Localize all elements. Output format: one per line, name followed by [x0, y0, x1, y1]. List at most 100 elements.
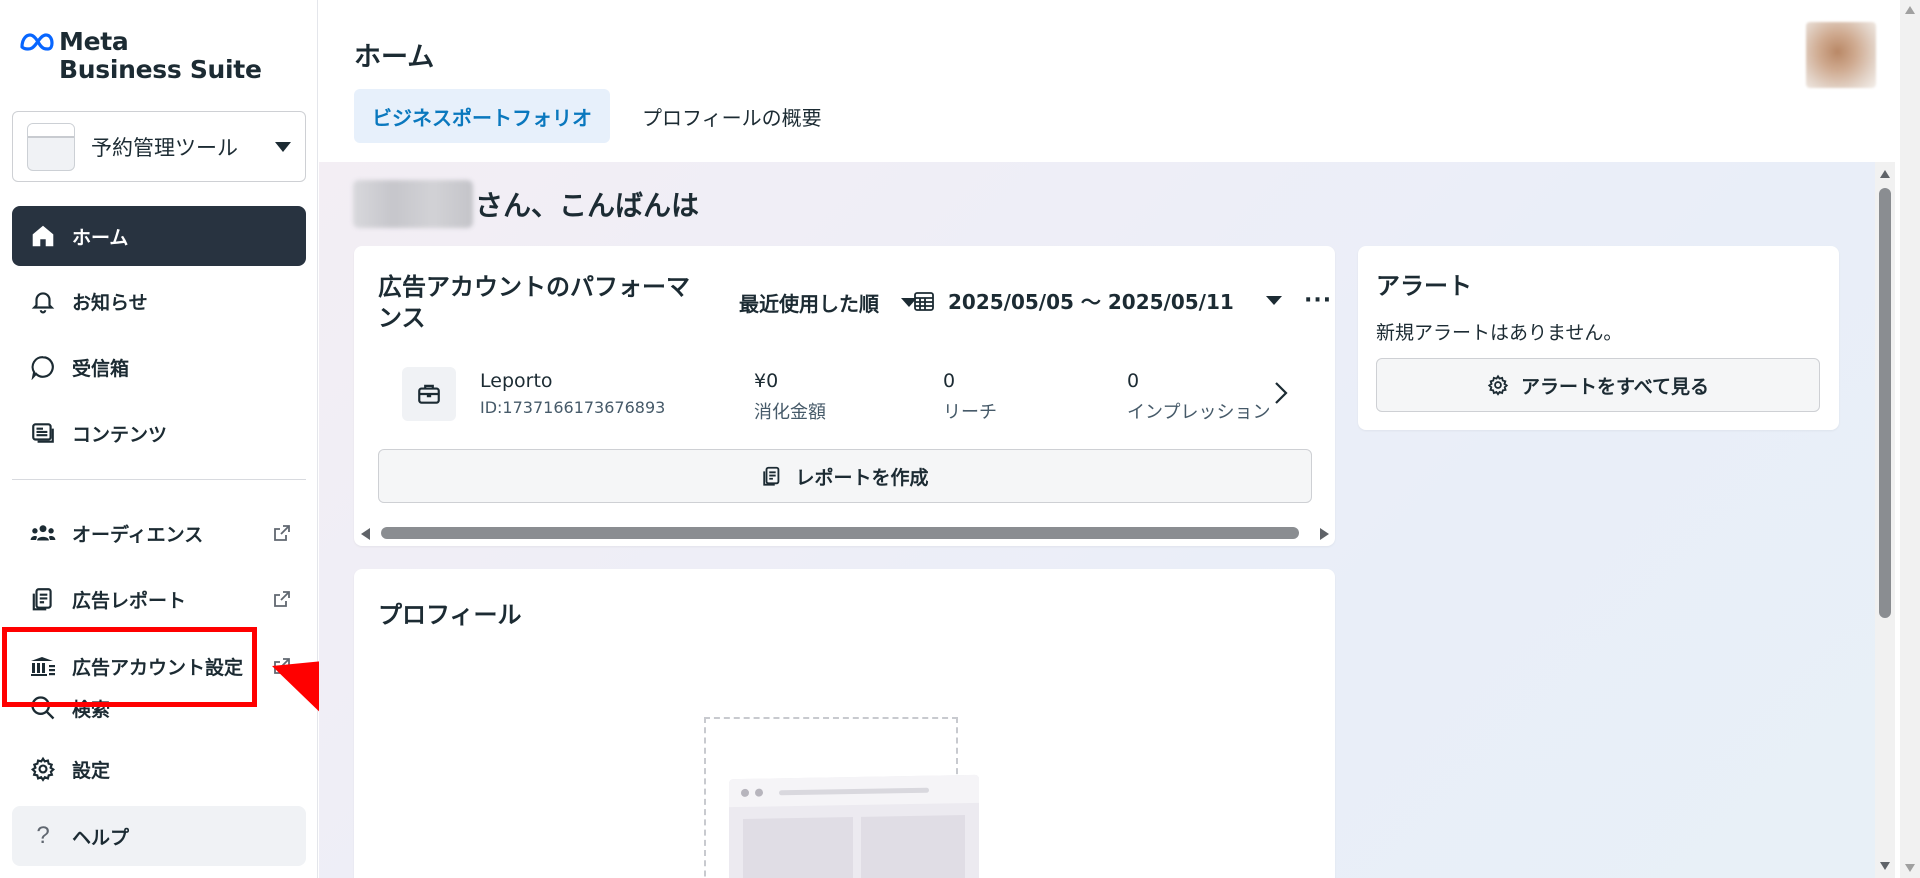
sidebar-item-label: 受信箱: [72, 357, 130, 380]
sidebar-item-label: お知らせ: [72, 291, 148, 314]
bell-icon: [28, 286, 58, 316]
metric-reach: 0 リーチ: [943, 370, 997, 424]
placeholder-line: [779, 787, 929, 796]
alerts-card: アラート 新規アラートはありません。 アラートをすべて見る: [1358, 246, 1839, 430]
home-icon: [28, 221, 58, 251]
more-options-icon[interactable]: ···: [1304, 288, 1332, 313]
chat-bubble-icon: [28, 352, 58, 382]
date-range-label: 2025/05/05 ～ 2025/05/11: [948, 290, 1234, 314]
card-title: 広告アカウントのパフォーマンス: [378, 273, 690, 332]
tab-profile-overview[interactable]: プロフィールの概要: [624, 89, 840, 143]
metric-label: インプレッション: [1127, 402, 1271, 423]
metric-label: 消化金額: [754, 402, 826, 423]
sidebar-divider: [12, 479, 306, 480]
people-icon: [28, 518, 58, 548]
scrollbar-thumb[interactable]: [1879, 188, 1891, 618]
placeholder-pane: [743, 817, 853, 878]
scroll-right-icon[interactable]: [1320, 528, 1329, 540]
metric-impressions: 0 インプレッション: [1127, 370, 1270, 424]
create-report-button[interactable]: レポートを作成: [378, 449, 1312, 503]
scrollbar-thumb[interactable]: [381, 527, 1299, 539]
placeholder-window-bar: [729, 774, 979, 808]
ad-account-icon: [28, 651, 58, 681]
main-content: さん、こんばんは 広告アカウントのパフォーマンス 最近使用した順 2025/05…: [319, 162, 1875, 878]
placeholder-dot: [755, 788, 763, 797]
tab-business-portfolio[interactable]: ビジネスポートフォリオ: [354, 89, 610, 143]
meta-logo[interactable]: Meta Business Suite: [19, 28, 262, 84]
see-all-alerts-label: アラートをすべて見る: [1521, 375, 1709, 398]
logo-text: Meta Business Suite: [59, 28, 262, 84]
blurred-user-name: [353, 180, 473, 228]
sidebar-item-label: 広告レポート: [72, 589, 187, 612]
create-report-label: レポートを作成: [795, 466, 929, 489]
greeting-text: さん、こんばんは: [475, 189, 700, 222]
sidebar-item-help[interactable]: ? ヘルプ: [12, 806, 306, 866]
briefcase-icon: [402, 367, 456, 421]
page-title: ホーム: [354, 42, 435, 73]
chevron-down-icon: [1265, 296, 1282, 305]
sidebar-item-notifications[interactable]: お知らせ: [12, 271, 306, 331]
sidebar-item-search[interactable]: 検索: [12, 678, 306, 738]
sidebar-item-ad-report[interactable]: 広告レポート: [12, 569, 306, 629]
business-thumbnail: [27, 122, 75, 171]
metric-spend: ¥0 消化金額: [754, 370, 826, 424]
metric-value: 0: [1127, 370, 1140, 392]
sidebar-item-label: オーディエンス: [72, 523, 204, 546]
page-vertical-scrollbar[interactable]: [1900, 0, 1920, 878]
business-selector[interactable]: 予約管理ツール: [12, 111, 306, 182]
scroll-up-icon[interactable]: [1880, 170, 1890, 178]
sidebar-item-content[interactable]: コンテンツ: [12, 403, 306, 463]
account-name[interactable]: Leporto: [480, 370, 553, 392]
scroll-down-icon[interactable]: [1905, 864, 1915, 872]
sidebar-item-label: ホーム: [72, 226, 129, 249]
sidebar-item-label: ヘルプ: [72, 826, 130, 849]
profile-card: プロフィール: [354, 569, 1335, 878]
sidebar-item-label: 検索: [72, 698, 111, 721]
help-icon: ?: [36, 822, 50, 849]
account-id: ID:1737166173676893: [480, 398, 666, 417]
external-link-icon: [270, 521, 294, 545]
scroll-left-icon[interactable]: [361, 528, 370, 540]
scroll-up-icon[interactable]: [1905, 6, 1915, 14]
gear-icon: [28, 754, 58, 784]
content-icon: [28, 418, 58, 448]
sidebar-item-audience[interactable]: オーディエンス: [12, 503, 306, 563]
sidebar-item-label: コンテンツ: [72, 423, 168, 446]
metric-value: 0: [943, 370, 956, 392]
gear-icon: [1487, 374, 1509, 396]
sidebar: Meta Business Suite 予約管理ツール ホーム お知らせ 受信箱…: [0, 0, 318, 878]
sidebar-item-label: 設定: [72, 759, 111, 782]
chevron-down-icon: [275, 141, 291, 152]
horizontal-scrollbar[interactable]: [354, 524, 1335, 542]
ad-performance-card: 広告アカウントのパフォーマンス 最近使用した順 2025/05/05 ～ 202…: [354, 246, 1335, 546]
date-range-picker[interactable]: 2025/05/05 ～ 2025/05/11: [912, 286, 1282, 315]
metric-label: リーチ: [943, 402, 997, 423]
placeholder-pane: [861, 815, 965, 878]
calendar-icon: [914, 291, 934, 311]
header-tabs: ビジネスポートフォリオ プロフィールの概要: [354, 89, 840, 143]
sort-label: 最近使用した順: [739, 292, 879, 316]
greeting: さん、こんばんは: [353, 180, 699, 228]
see-all-alerts-button[interactable]: アラートをすべて見る: [1376, 358, 1820, 412]
scroll-down-icon[interactable]: [1880, 862, 1890, 870]
card-title: アラート: [1376, 272, 1472, 300]
external-link-icon: [270, 654, 294, 678]
logo-line-1: Meta: [59, 27, 129, 56]
content-vertical-scrollbar[interactable]: [1875, 162, 1895, 878]
sidebar-item-settings[interactable]: 設定: [12, 739, 306, 799]
report-icon: [763, 466, 780, 486]
placeholder-window-illustration: [729, 774, 979, 878]
sort-dropdown[interactable]: 最近使用した順: [739, 288, 917, 317]
card-title: プロフィール: [378, 601, 522, 629]
sidebar-item-inbox[interactable]: 受信箱: [12, 337, 306, 397]
metric-value: ¥0: [754, 370, 779, 392]
report-icon: [28, 584, 58, 614]
sidebar-item-label: 広告アカウント設定: [72, 656, 244, 679]
placeholder-dot: [741, 788, 749, 797]
sidebar-item-home[interactable]: ホーム: [12, 206, 306, 266]
business-selector-label: 予約管理ツール: [91, 135, 238, 160]
avatar[interactable]: [1806, 22, 1876, 88]
meta-infinity-icon: [20, 33, 54, 51]
search-icon: [28, 693, 58, 723]
chevron-right-icon[interactable]: [1273, 380, 1289, 406]
